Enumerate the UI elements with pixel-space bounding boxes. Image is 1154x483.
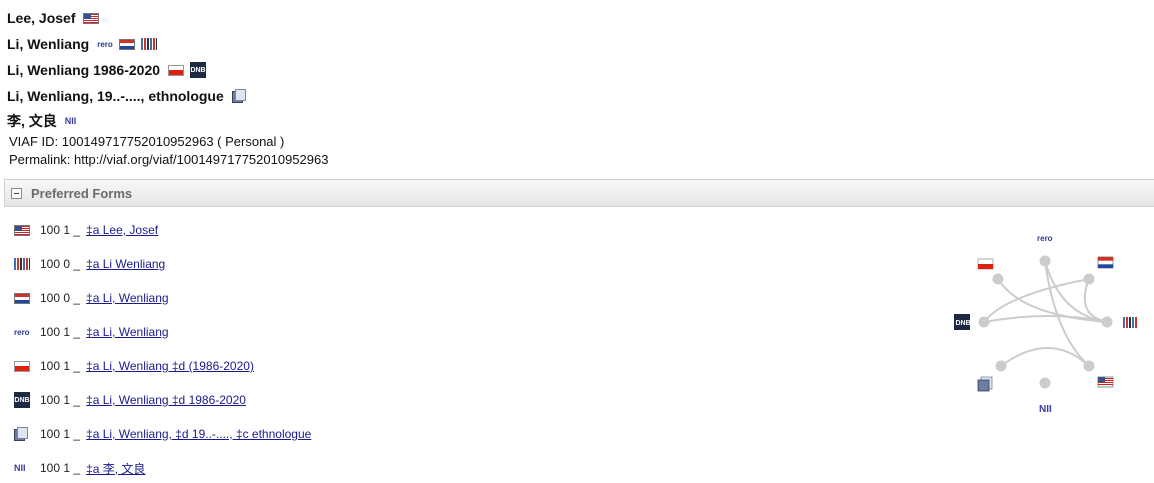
heading-text: Li, Wenliang xyxy=(7,36,90,52)
rero-icon: rero xyxy=(14,327,30,337)
heading-li-wenliang-cjk: 李, 文良 NII xyxy=(7,110,76,132)
us-flag-icon xyxy=(83,12,100,24)
preferred-form-link[interactable]: ‡a Li, Wenliang ‡d 1986-2020 xyxy=(86,393,246,407)
preferred-form-row: 100 0 _ ‡a Li, Wenliang xyxy=(14,289,169,307)
preferred-form-row: 100 1 _ ‡a Li, Wenliang, ‡d 19..-...., ‡… xyxy=(14,425,311,443)
graph-node xyxy=(1083,273,1095,285)
sudoc-icon xyxy=(231,89,246,103)
preferred-form-link[interactable]: ‡a Li Wenliang xyxy=(86,257,165,271)
collapse-icon[interactable] xyxy=(11,187,22,199)
sudoc-icon xyxy=(14,427,28,441)
netherlands-flag-icon xyxy=(118,38,135,50)
heading-text: Lee, Josef xyxy=(7,10,76,26)
marc-code: 100 1 _ xyxy=(40,393,81,407)
preferred-form-link[interactable]: ‡a Li, Wenliang xyxy=(86,291,169,305)
marc-code: 100 1 _ xyxy=(40,223,81,237)
heading-li-wenliang: Li, Wenliang rero xyxy=(7,33,157,55)
marc-code: 100 1 _ xyxy=(40,325,81,339)
marc-code: 100 1 _ xyxy=(40,427,81,441)
dnb-icon: DNB xyxy=(190,62,207,78)
graph-node xyxy=(995,360,1007,372)
netherlands-flag-icon xyxy=(14,292,30,304)
poland-flag-icon xyxy=(14,360,30,372)
rero-icon: rero xyxy=(97,39,113,49)
viaf-id: VIAF ID: 100149717752010952963 ( Persona… xyxy=(9,134,285,149)
dnb-icon: DNB xyxy=(954,314,971,330)
netherlands-flag-icon xyxy=(1097,256,1114,269)
preferred-form-link[interactable]: ‡a Lee, Josef xyxy=(86,223,158,237)
preferred-form-link[interactable]: ‡a Li, Wenliang xyxy=(86,325,169,339)
preferred-form-row: rero 100 1 _ ‡a Li, Wenliang xyxy=(14,323,169,341)
nii-icon: NII xyxy=(64,116,77,126)
graph-nodes xyxy=(978,255,1113,389)
panel-title: Preferred Forms xyxy=(31,185,133,201)
heading-text: Li, Wenliang 1986-2020 xyxy=(7,62,161,78)
marc-code: 100 1 _ xyxy=(40,461,81,475)
preferred-form-row: DNB 100 1 _ ‡a Li, Wenliang ‡d 1986-2020 xyxy=(14,391,246,409)
poland-flag-icon xyxy=(168,64,185,76)
heading-li-wenliang-ethnologue: Li, Wenliang, 19..-...., ethnologue xyxy=(7,85,246,107)
dnb-icon: DNB xyxy=(14,392,30,408)
nii-icon: NII xyxy=(14,463,26,473)
preferred-form-row: 100 1 _ ‡a Lee, Josef xyxy=(14,221,158,239)
rero-icon: rero xyxy=(1037,234,1053,243)
graph-edge xyxy=(1083,278,1108,323)
graph-node xyxy=(1039,377,1051,389)
preferred-form-row: NII 100 1 _ ‡a 李, 文良 xyxy=(14,459,145,477)
heading-li-wenliang-1986: Li, Wenliang 1986-2020 DNB xyxy=(7,59,207,81)
us-flag-icon xyxy=(1097,376,1114,388)
graph-node xyxy=(1101,316,1113,328)
graph-node xyxy=(1039,255,1051,267)
marc-code: 100 0 _ xyxy=(40,257,81,271)
marc-code: 100 0 _ xyxy=(40,291,81,305)
preferred-form-link[interactable]: ‡a 李, 文良 xyxy=(86,460,145,477)
wikidata-icon xyxy=(1123,317,1137,328)
preferred-form-link[interactable]: ‡a Li, Wenliang, ‡d 19..-...., ‡c ethnol… xyxy=(86,427,311,441)
marc-code: 100 1 _ xyxy=(40,359,81,373)
preferred-forms-header[interactable]: Preferred Forms xyxy=(4,179,1154,207)
permalink: Permalink: http://viaf.org/viaf/10014971… xyxy=(9,152,329,167)
poland-flag-icon xyxy=(977,258,994,270)
heading-text: 李, 文良 xyxy=(7,113,57,129)
us-flag-icon xyxy=(14,224,30,236)
preferred-form-row: 100 1 _ ‡a Li, Wenliang ‡d (1986-2020) xyxy=(14,357,254,375)
graph-node xyxy=(1083,360,1095,372)
preferred-form-row: 100 0 _ ‡a Li Wenliang xyxy=(14,255,165,273)
heading-text: Li, Wenliang, 19..-...., ethnologue xyxy=(7,88,224,104)
graph-node xyxy=(978,316,990,328)
svg-text:DNB: DNB xyxy=(956,320,971,327)
source-cluster-graph: rero DNB NII xyxy=(954,234,1137,415)
heading-lee-josef: Lee, Josef xyxy=(7,7,100,29)
sudoc-icon xyxy=(977,376,993,392)
wikidata-icon xyxy=(14,258,30,270)
preferred-form-link[interactable]: ‡a Li, Wenliang ‡d (1986-2020) xyxy=(86,359,254,373)
wikidata-icon xyxy=(140,38,157,50)
nii-icon: NII xyxy=(1039,404,1052,415)
graph-node xyxy=(992,273,1004,285)
